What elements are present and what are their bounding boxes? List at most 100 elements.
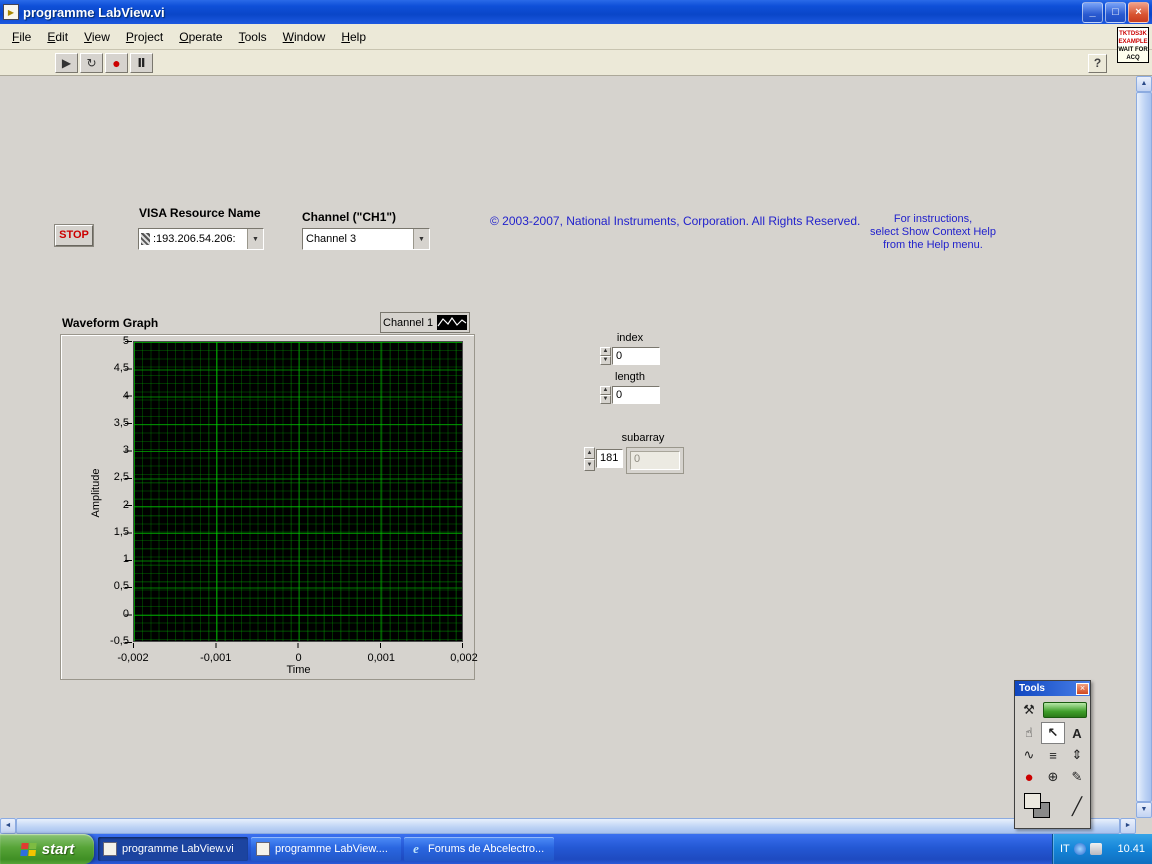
task-icon	[256, 842, 270, 856]
menu-item[interactable]: Operate	[171, 26, 230, 48]
run-controls: ▶ ↻ ● Ⅱ	[55, 53, 153, 73]
waveform-graph-label: Waveform Graph	[62, 316, 159, 330]
y-tick-label: 4	[122, 389, 129, 402]
breakpoint-icon[interactable]: ●	[1017, 766, 1041, 788]
abort-icon[interactable]: ●	[105, 53, 128, 73]
scroll-right-icon[interactable]: ►	[1120, 818, 1136, 834]
y-tick-label: 3,5	[113, 416, 129, 429]
tools-palette-title: Tools	[1019, 683, 1045, 694]
tools-grid: ⚒ ☝ ↖ A ∿ ≡ ⇕ ● ⊕ ✎ ╱	[1015, 696, 1090, 828]
subarray-index-spinner: ▲ ▼	[584, 447, 595, 471]
y-axis-title: Amplitude	[90, 468, 102, 518]
labview-window: ▶ programme LabView.vi _ □ × File Edit Vie…	[0, 0, 1152, 864]
auto-tool-icon[interactable]: ⚒	[1017, 698, 1041, 722]
context-help-icon[interactable]: ?	[1088, 54, 1107, 73]
stop-button[interactable]: STOP	[55, 225, 93, 246]
menu-item[interactable]: File	[4, 26, 39, 48]
increment-icon[interactable]: ▲	[600, 386, 611, 395]
taskbar-task[interactable]: e Forums de Abcelectro...	[404, 837, 554, 861]
scroll-down-icon[interactable]: ▼	[1136, 802, 1152, 818]
x-tick-label: 0,002	[450, 652, 478, 664]
close-button[interactable]: ×	[1128, 1, 1149, 23]
run-icon[interactable]: ▶	[55, 53, 78, 73]
increment-icon[interactable]: ▲	[584, 447, 595, 459]
menu-item[interactable]: View	[76, 26, 118, 48]
channel-value: Channel 3	[306, 233, 357, 245]
menu-item[interactable]: Edit	[39, 26, 76, 48]
vertical-scroll-thumb[interactable]	[1136, 92, 1152, 802]
subarray-index-field[interactable]: 181	[596, 449, 623, 468]
probe-icon[interactable]: ⊕	[1041, 766, 1065, 788]
update-tray-icon[interactable]	[1073, 843, 1086, 855]
front-panel: STOP VISA Resource Name :193.206.54.206:…	[0, 76, 1136, 818]
set-color-icon[interactable]	[1017, 788, 1065, 826]
maximize-button[interactable]: □	[1105, 1, 1126, 23]
menu-item[interactable]: Project	[118, 26, 171, 48]
scroll-left-icon[interactable]: ◄	[0, 818, 16, 834]
horizontal-scrollbar[interactable]: ◄ ►	[0, 818, 1136, 834]
vi-icon: TKTDS3K EXAMPLE WAIT FOR ACQ	[1117, 27, 1149, 63]
index-label: index	[616, 332, 644, 344]
minimize-button[interactable]: _	[1082, 1, 1103, 23]
index-field[interactable]: 0	[612, 347, 660, 365]
horizontal-scroll-thumb[interactable]	[16, 818, 1120, 834]
palette-close-icon[interactable]: ×	[1076, 682, 1089, 695]
taskbar-task[interactable]: programme LabView.vi	[98, 837, 248, 861]
edit-text-icon[interactable]: A	[1065, 722, 1089, 744]
language-indicator[interactable]: IT	[1060, 843, 1070, 855]
pause-icon[interactable]: Ⅱ	[130, 53, 153, 73]
position-select-icon[interactable]: ↖	[1041, 722, 1065, 744]
visa-resource-combo[interactable]: :193.206.54.206: ▼	[138, 228, 264, 250]
index-spinner: ▲ ▼	[600, 347, 611, 365]
tools-palette: Tools × ⚒ ☝ ↖ A ∿ ≡ ⇕ ● ⊕ ✎ ╱	[1014, 680, 1091, 829]
y-tick-label: 1,5	[113, 525, 129, 538]
legend-channel-label: Channel 1	[383, 316, 434, 329]
x-tick-label: 0,001	[367, 652, 396, 664]
io-type-icon	[141, 233, 150, 245]
y-tick-label: 4,5	[113, 362, 129, 375]
decrement-icon[interactable]: ▼	[600, 356, 611, 365]
windows-logo-icon	[18, 841, 38, 857]
scroll-up-icon[interactable]: ▲	[1136, 76, 1152, 92]
x-tick-label: -0,002	[117, 652, 149, 664]
menu-item[interactable]: Help	[333, 26, 374, 48]
channel-combo[interactable]: Channel 3 ▼	[302, 228, 430, 250]
run-continuous-icon[interactable]: ↻	[80, 53, 103, 73]
decrement-icon[interactable]: ▼	[600, 395, 611, 404]
x-axis-title: Time	[286, 664, 311, 676]
system-tray: IT 10.41	[1052, 834, 1152, 864]
connect-wire-icon[interactable]: ∿	[1017, 744, 1041, 766]
y-tick-label: 0,5	[113, 580, 129, 593]
menu-bar: File Edit View Project Operate Tools Window Hel…	[0, 24, 1152, 50]
y-tick-label: -0,5	[110, 634, 129, 647]
paintbrush-icon[interactable]: ╱	[1065, 788, 1089, 826]
visa-dropdown-icon[interactable]: ▼	[247, 229, 263, 249]
auto-select-led[interactable]	[1043, 702, 1087, 718]
plot-area	[133, 341, 463, 642]
tools-palette-titlebar[interactable]: Tools ×	[1015, 681, 1090, 696]
operate-value-icon[interactable]: ☝	[1017, 722, 1041, 744]
copyright-text: © 2003-2007, National Instruments, Corpo…	[490, 214, 861, 228]
taskbar: start programme LabView.vi programme Lab…	[0, 834, 1152, 864]
length-spinner: ▲ ▼	[600, 386, 611, 404]
subarray-label: subarray	[621, 432, 665, 444]
color-copy-icon[interactable]: ✎	[1065, 766, 1089, 788]
increment-icon[interactable]: ▲	[600, 347, 611, 356]
channel-dropdown-icon[interactable]: ▼	[413, 229, 429, 249]
y-tick-label: 1	[122, 553, 129, 566]
display-tray-icon[interactable]	[1089, 843, 1102, 855]
shortcut-menu-icon[interactable]: ≡	[1041, 744, 1065, 766]
vertical-scrollbar[interactable]: ▲ ▼	[1136, 76, 1152, 818]
menu-item[interactable]: Window	[275, 26, 334, 48]
taskbar-task[interactable]: programme LabView....	[251, 837, 401, 861]
plot-legend[interactable]: Channel 1	[380, 312, 471, 333]
length-field[interactable]: 0	[612, 386, 660, 404]
scrollbar-corner	[1136, 818, 1152, 834]
start-button[interactable]: start	[0, 834, 94, 864]
menu-item[interactable]: Tools	[231, 26, 275, 48]
scroll-tool-icon[interactable]: ⇕	[1065, 744, 1089, 766]
task-buttons: programme LabView.vi programme LabView..…	[98, 837, 554, 861]
length-label: length	[615, 371, 645, 383]
decrement-icon[interactable]: ▼	[584, 459, 595, 471]
task-icon: e	[413, 841, 419, 856]
